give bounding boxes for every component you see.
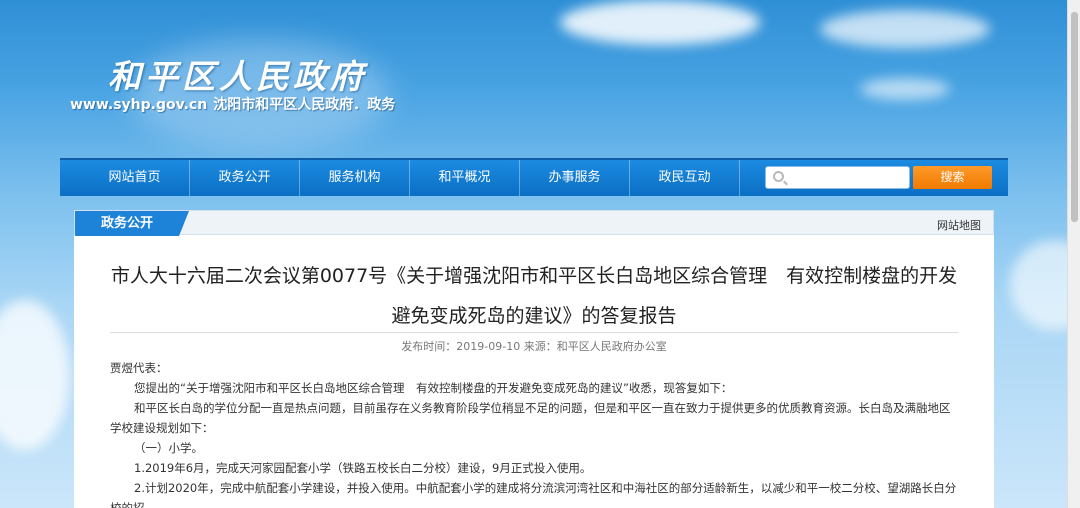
- article-meta: 发布时间：2019-09-10 来源：和平区人民政府办公室: [401, 340, 667, 353]
- search-box: [765, 166, 910, 189]
- nav-item-home[interactable]: 网站首页: [80, 160, 190, 196]
- background-cloud: [560, 0, 760, 45]
- nav-item-overview[interactable]: 和平概况: [410, 160, 520, 196]
- article-paragraph: 贾煜代表：: [110, 361, 168, 375]
- article-paragraph: 和平区长白岛的学位分配一直是热点问题，目前虽存在义务教育阶段学位稍显不足的问题，…: [110, 401, 951, 435]
- article-body: 贾煜代表： 您提出的“关于增强沈阳市和平区长白岛地区综合管理 有效控制楼盘的开发…: [110, 358, 960, 508]
- article-title: 市人大十六届二次会议第0077号《关于增强沈阳市和平区长白岛地区综合管理 有效控…: [94, 256, 974, 336]
- article-title-line: 避免变成死岛的建议》的答复报告: [391, 305, 677, 327]
- site-url: www.syhp.gov.cn: [70, 97, 208, 113]
- article-paragraph: 2.计划2020年，完成中航配套小学建设，并投入使用。中航配套小学的建成将分流滨…: [110, 481, 957, 508]
- sitemap-link[interactable]: 网站地图: [937, 217, 981, 233]
- nav-item-gov-affairs[interactable]: 政务公开: [190, 160, 300, 196]
- article-paragraph: 1.2019年6月，完成天河家园配套小学（铁路五校长白二分校）建设，9月正式投入…: [134, 461, 592, 475]
- nav-item-services[interactable]: 办事服务: [520, 160, 630, 196]
- section-header: 政务公开 网站地图: [74, 210, 994, 236]
- nav-item-interaction[interactable]: 政民互动: [630, 160, 740, 196]
- site-logo-title: 和平区人民政府: [108, 57, 367, 96]
- page-scrollbar[interactable]: [1067, 0, 1080, 508]
- site-subtitle: 沈阳市和平区人民政府．政务: [213, 97, 396, 113]
- background-cloud: [0, 300, 70, 450]
- search-icon: [773, 171, 784, 182]
- article-paragraph: （一）小学。: [134, 441, 203, 455]
- background-cloud: [820, 10, 990, 48]
- article-paragraph: 您提出的“关于增强沈阳市和平区长白岛地区综合管理 有效控制楼盘的开发避免变成死岛…: [134, 381, 733, 395]
- scrollbar-thumb[interactable]: [1071, 12, 1078, 222]
- site-logo-subtitle: www.syhp.gov.cn 沈阳市和平区人民政府．政务: [70, 94, 395, 114]
- search-input[interactable]: [790, 169, 905, 186]
- article-title-line: 市人大十六届二次会议第0077号《关于增强沈阳市和平区长白岛地区综合管理 有效控…: [110, 265, 958, 287]
- section-tab[interactable]: 政务公开: [75, 211, 189, 236]
- content-panel: 政务公开 网站地图 市人大十六届二次会议第0077号《关于增强沈阳市和平区长白岛…: [74, 210, 994, 508]
- background-cloud: [860, 78, 950, 100]
- title-divider: [110, 332, 958, 333]
- search-button[interactable]: 搜索: [913, 166, 992, 189]
- nav-item-service-agencies[interactable]: 服务机构: [300, 160, 410, 196]
